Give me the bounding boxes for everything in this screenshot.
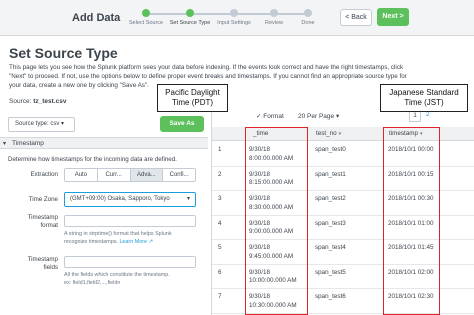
column-test-no[interactable]: test_no ▾: [316, 130, 341, 137]
row-index: 2: [218, 170, 222, 178]
step-dot: [270, 9, 278, 17]
extraction-option-current[interactable]: Curr...: [97, 169, 131, 181]
test-no-cell: span_test5: [315, 268, 346, 276]
timestamp-format-input[interactable]: [64, 215, 196, 227]
step-label: Input Settings: [217, 20, 251, 26]
caret-down-icon: ▾: [338, 131, 342, 137]
timestamp-format-label: format: [40, 222, 58, 229]
callout-text: Japanese Standard: [389, 88, 459, 97]
timestamp-format-label: Timestamp: [27, 214, 58, 221]
pdt-callout: Pacific Daylight Time (PDT): [157, 84, 228, 112]
step-dot: [186, 9, 194, 17]
jst-callout: Japanese Standard Time (JST): [380, 84, 468, 112]
time-column-highlight: [245, 127, 308, 315]
callout-text: Time (JST): [404, 98, 444, 107]
extraction-label: Extraction: [30, 171, 58, 178]
test-no-cell: span_test6: [315, 293, 346, 300]
learn-more-link[interactable]: Learn More ↗: [119, 239, 153, 245]
help-text: recognize timestamps.: [64, 238, 118, 245]
test-no-cell: span_test4: [315, 244, 346, 251]
test-no-cell: span_test1: [315, 170, 346, 178]
row-index: 4: [218, 219, 222, 227]
description-line: "Next" to proceed. If not, use the optio…: [9, 73, 407, 80]
timestamp-column-highlight: [383, 127, 440, 315]
step-set-source-type: Set Source Type: [168, 6, 212, 26]
extraction-option-auto[interactable]: Auto: [65, 169, 98, 181]
test-no-cell: span_test0: [315, 146, 346, 153]
step-dot: [304, 9, 312, 17]
column-label: test_no: [316, 130, 337, 137]
row-index: 7: [218, 293, 222, 300]
step-label: Select Source: [128, 20, 164, 26]
help-text: A string in strptime() format that helps…: [64, 231, 172, 237]
timezone-value: (GMT+09:00) Osaka, Sapporo, Tokyo: [70, 196, 170, 202]
step-label: Set Source Type: [169, 20, 211, 26]
callout-text: Time (PDT): [171, 98, 214, 107]
timezone-label: Time Zone: [28, 196, 58, 203]
sourcetype-dropdown[interactable]: Source type: csv ▾: [8, 117, 75, 132]
step-done: Done: [286, 6, 330, 26]
extraction-option-advanced[interactable]: Adva...: [130, 169, 164, 181]
step-select-source: Select Source: [124, 6, 168, 26]
row-index: 3: [218, 195, 222, 202]
test-no-cell: span_test3: [315, 219, 346, 227]
page-2-button[interactable]: 2: [426, 111, 430, 118]
timestamp-section-title: Timestamp: [12, 140, 44, 147]
help-text: All the fields which constitute the time…: [64, 272, 170, 278]
wizard-header: Add Data Select Source Set Source Type I…: [0, 0, 474, 36]
row-index: 1: [218, 146, 222, 153]
wizard-steps: Select Source Set Source Type Input Sett…: [118, 6, 328, 34]
timestamp-fields-input[interactable]: [64, 256, 196, 268]
source-line: Source: tz_test.csv: [9, 98, 66, 105]
help-text: ex: field1,field2,...,fieldn: [64, 279, 121, 286]
timestamp-fields-label: Timestamp: [27, 256, 58, 263]
timestamp-fields-label: fields: [43, 264, 58, 271]
callout-text: Pacific Daylight: [165, 88, 220, 97]
per-page-dropdown[interactable]: 20 Per Page ▾: [298, 112, 339, 120]
step-dot: [142, 9, 150, 17]
add-data-title: Add Data: [72, 12, 121, 24]
caret-down-icon: ▾: [186, 196, 190, 202]
step-dot: [230, 9, 238, 17]
table-toolbar: ✓ Format 20 Per Page ▾ 1 2: [212, 110, 474, 124]
step-label: Done: [301, 20, 315, 26]
timestamp-description: Determine how timestamps for the incomin…: [8, 156, 177, 163]
row-index: 6: [218, 268, 222, 276]
timestamp-format-help: A string in strptime() format that helps…: [64, 231, 202, 246]
timezone-select[interactable]: (GMT+09:00) Osaka, Sapporo, Tokyo ▾: [64, 192, 196, 207]
back-button[interactable]: < Back: [340, 9, 372, 26]
settings-panel: Source type: csv ▾ Save As ▾ Timestamp D…: [0, 110, 208, 315]
extraction-option-config[interactable]: Confi...: [163, 169, 195, 181]
timestamp-fields-help: All the fields which constitute the time…: [64, 272, 202, 287]
next-button[interactable]: Next >: [377, 8, 409, 26]
save-as-button[interactable]: Save As: [160, 116, 204, 132]
timestamp-section-header[interactable]: ▾ Timestamp: [0, 137, 208, 149]
extraction-segmented-control: Auto Curr... Adva... Confi...: [64, 168, 196, 182]
row-index: 5: [218, 244, 222, 251]
description-line: This page lets you see how the Splunk pl…: [9, 64, 404, 71]
source-label: Source:: [9, 98, 32, 105]
page-title: Set Source Type: [9, 45, 118, 61]
step-input-settings: Input Settings: [212, 6, 256, 26]
event-preview-panel: ✓ Format 20 Per Page ▾ 1 2 _time test_no…: [211, 110, 474, 315]
chevron-down-icon: ▾: [3, 141, 7, 147]
test-no-cell: span_test2: [315, 195, 346, 202]
format-button[interactable]: ✓ Format: [256, 112, 284, 120]
source-filename: tz_test.csv: [33, 98, 67, 105]
